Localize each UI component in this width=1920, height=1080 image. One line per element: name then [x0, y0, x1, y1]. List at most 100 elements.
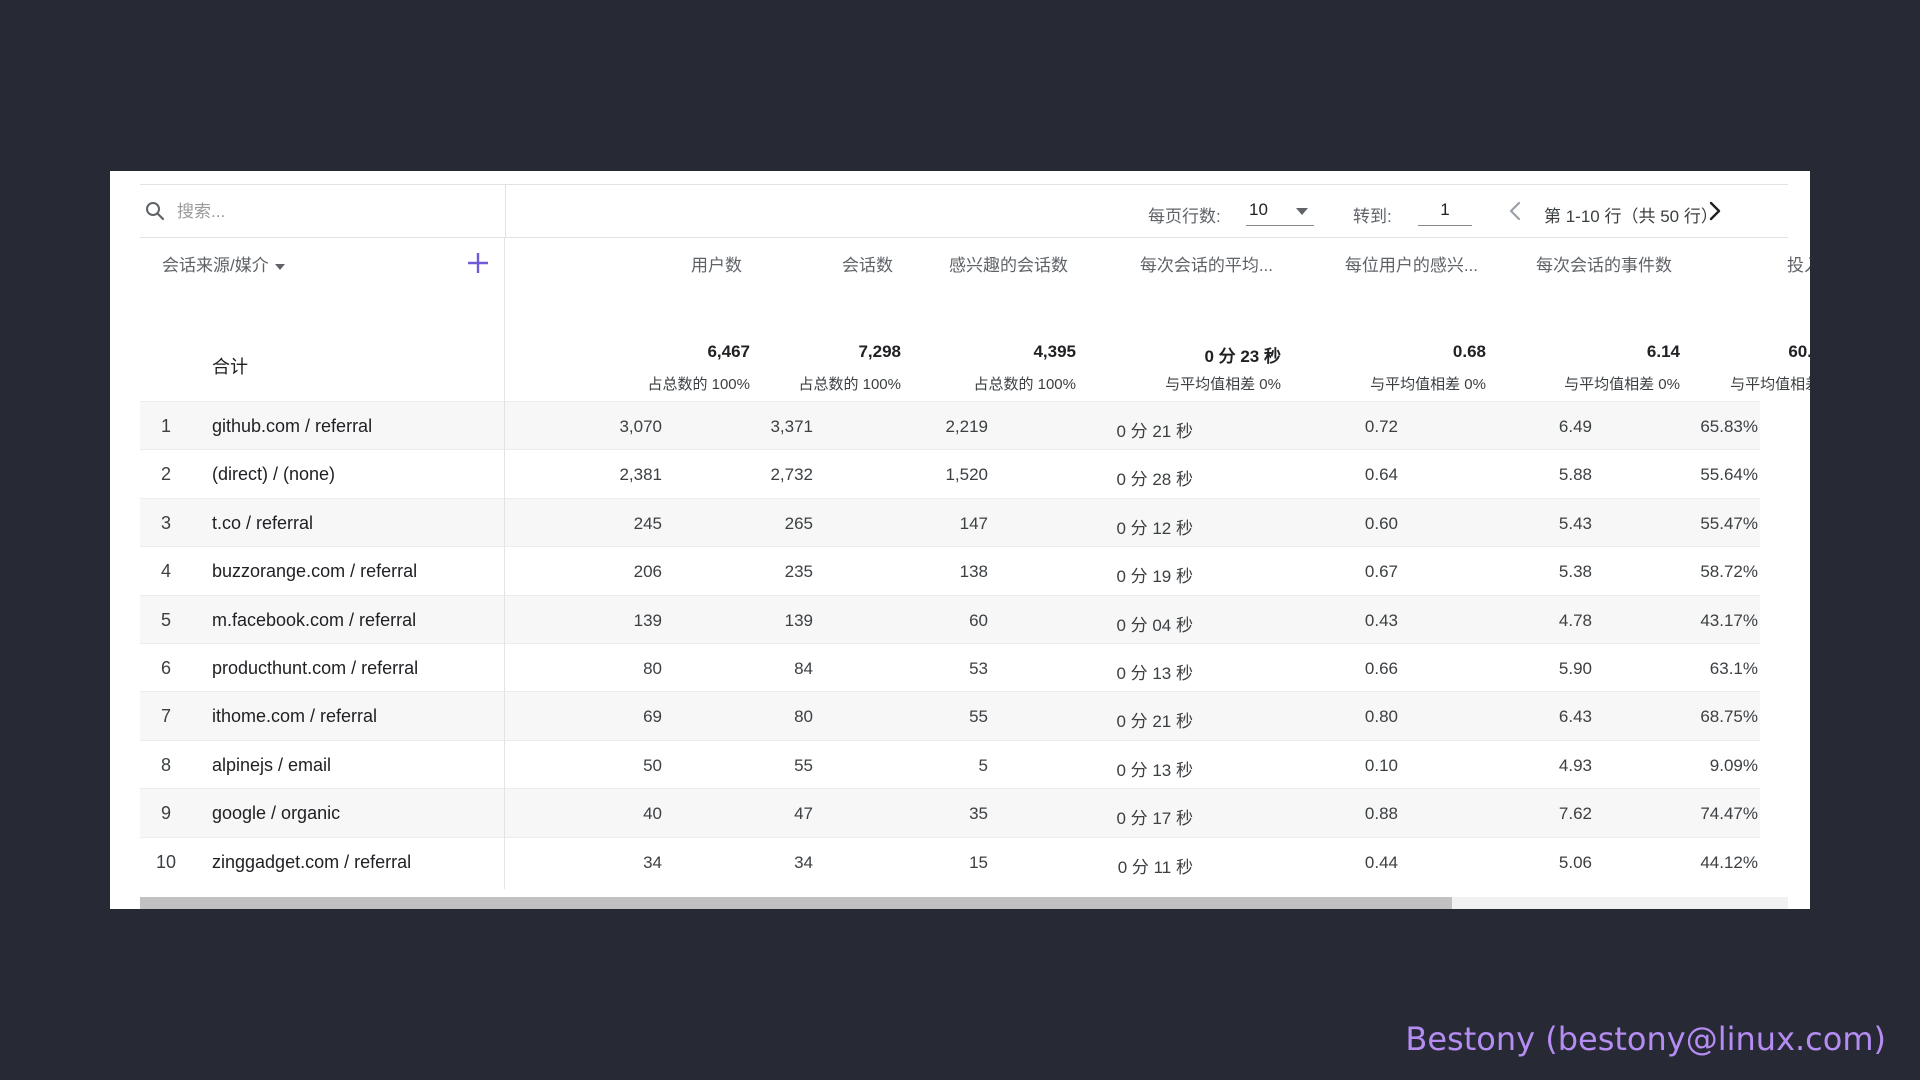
cell-engaged-sessions: 1,520	[945, 465, 988, 485]
cell-engagement-rate: 74.47%	[1700, 804, 1758, 824]
cell-engaged-per-user: 0.72	[1364, 417, 1398, 436]
previous-page-button[interactable]	[1505, 199, 1527, 223]
cell-engaged-sessions: 147	[959, 513, 988, 533]
row-index: 6	[160, 658, 171, 678]
cell-sessions: 235	[784, 562, 813, 582]
cell-engaged-sessions: 5	[978, 755, 988, 775]
total-share: 占总数的 100%	[798, 376, 901, 393]
column-header-avg-session-duration[interactable]: 每次会话的平均...	[1140, 251, 1273, 276]
table-row[interactable]: 9 google / organic 40 47 35 0 分 17 秒 0.88 7.62 7…	[140, 788, 1760, 838]
cell-engaged-sessions: 138	[959, 562, 988, 582]
cell-events-per-session: 4.93	[1558, 755, 1592, 775]
row-index: 8	[160, 754, 171, 775]
cell-events-per-session: 6.43	[1558, 707, 1592, 727]
table-row[interactable]: 3 t.co / referral 245 265 147 0 分 12 秒 0.60 5.4…	[140, 497, 1760, 547]
total-share: 与平均值相差 0%	[1564, 376, 1680, 393]
cell-engaged-per-user: 0.88	[1364, 804, 1398, 824]
row-source-medium: alpinejs / email	[212, 754, 332, 775]
dimension-header[interactable]: 会话来源/媒介	[162, 251, 285, 276]
total-value: 7,298	[858, 342, 901, 361]
cell-avg-duration: 0 分 13 秒	[1116, 664, 1193, 683]
cell-users: 206	[633, 562, 662, 582]
cell-engaged-per-user: 0.44	[1364, 852, 1398, 872]
goto-page-input[interactable]: 1	[1418, 195, 1472, 226]
next-page-button[interactable]	[1704, 199, 1726, 223]
header-divider	[140, 237, 1788, 238]
search-input[interactable]	[175, 197, 499, 227]
cell-sessions: 265	[784, 513, 813, 533]
chevron-left-icon	[1509, 201, 1521, 221]
dimension-header-label: 会话来源/媒介	[162, 256, 269, 275]
cell-sessions: 3,371	[770, 417, 813, 436]
caret-down-icon	[274, 263, 285, 270]
cell-events-per-session: 5.38	[1558, 562, 1592, 582]
cell-users: 40	[643, 804, 662, 824]
row-index: 1	[160, 416, 171, 436]
table-row[interactable]: 4 buzzorange.com / referral 206 235 138 0 分 1…	[140, 546, 1760, 595]
row-source-medium: (direct) / (none)	[212, 464, 336, 485]
row-source-medium: t.co / referral	[212, 512, 314, 533]
table-row[interactable]: 6 producthunt.com / referral 80 84 53 0 分 13 …	[140, 643, 1760, 692]
cell-events-per-session: 5.90	[1558, 659, 1592, 678]
cell-avg-duration: 0 分 11 秒	[1117, 857, 1193, 877]
table-row[interactable]: 8 alpinejs / email 50 55 5 0 分 13 秒 0.10 4.93 9.…	[140, 739, 1760, 789]
cell-engagement-rate: 55.64%	[1700, 465, 1758, 485]
row-index: 5	[160, 609, 171, 630]
row-source-medium: buzzorange.com / referral	[212, 561, 418, 582]
cell-engaged-per-user: 0.66	[1364, 659, 1398, 678]
rows-per-page-select[interactable]: 10	[1246, 195, 1314, 226]
row-source-medium: ithome.com / referral	[212, 706, 378, 727]
cell-engaged-sessions: 2,219	[945, 417, 988, 436]
cell-avg-duration: 0 分 28 秒	[1116, 470, 1193, 490]
add-dimension-button[interactable]	[466, 251, 490, 275]
total-value: 6.14	[1646, 342, 1680, 361]
cell-avg-duration: 0 分 12 秒	[1116, 518, 1193, 538]
table-row[interactable]: 2 (direct) / (none) 2,381 2,732 1,520 0 分 28 …	[140, 449, 1760, 498]
plus-icon	[468, 253, 488, 273]
row-source-medium: google / organic	[212, 803, 341, 824]
cell-users: 139	[633, 610, 662, 630]
cell-engaged-per-user: 0.67	[1364, 562, 1398, 582]
table-row[interactable]: 5 m.facebook.com / referral 139 139 60 0 分 04…	[140, 594, 1760, 644]
table-row[interactable]: 7 ithome.com / referral 69 80 55 0 分 21 秒 0.80…	[140, 691, 1760, 741]
horizontal-scrollbar-thumb[interactable]	[140, 897, 1452, 909]
column-header-users[interactable]: 用户数	[691, 251, 742, 276]
cell-users: 69	[643, 707, 662, 727]
cell-engaged-sessions: 60	[969, 610, 988, 630]
row-index: 2	[160, 464, 171, 485]
cell-sessions: 84	[794, 659, 813, 678]
total-share: 占总数的 100%	[647, 376, 750, 393]
cell-users: 3,070	[619, 417, 662, 436]
goto-page-label: 转到:	[1353, 207, 1392, 226]
table-row[interactable]: 1 github.com / referral 3,070 3,371 2,219 0 分…	[140, 401, 1760, 450]
cell-engagement-rate: 55.47%	[1700, 513, 1758, 533]
row-index: 7	[160, 706, 171, 727]
cell-avg-duration: 0 分 13 秒	[1116, 760, 1193, 780]
cell-engagement-rate: 43.17%	[1700, 610, 1758, 630]
column-header-events-per-session[interactable]: 每次会话的事件数	[1536, 251, 1672, 276]
totals-row: 合计 6,467 占总数的 100% 7,298 占总数的 100% 4,395…	[140, 321, 1810, 401]
cell-engaged-sessions: 15	[969, 852, 988, 872]
cell-events-per-session: 5.43	[1558, 513, 1592, 533]
cell-users: 245	[633, 513, 662, 533]
cell-engaged-per-user: 0.10	[1364, 755, 1398, 775]
table-row[interactable]: 10 zinggadget.com / referral 34 34 15 0 分 11 …	[140, 836, 1760, 886]
page-range-info: 第 1-10 行（共 50 行）	[1544, 207, 1718, 226]
column-header-engagement-rate[interactable]: 投入率	[1787, 251, 1810, 276]
cell-users: 50	[643, 755, 662, 775]
cell-engagement-rate: 9.09%	[1709, 755, 1758, 775]
total-share: 与平均值相差 0%	[1730, 376, 1810, 393]
row-index: 4	[160, 561, 171, 582]
toolbar-divider	[505, 185, 506, 237]
column-header-engaged-sessions[interactable]: 感兴趣的会话数	[949, 251, 1068, 276]
cell-engagement-rate: 44.12%	[1700, 852, 1758, 872]
total-share: 占总数的 100%	[973, 376, 1076, 393]
column-header-sessions[interactable]: 会话数	[842, 251, 893, 276]
row-source-medium: m.facebook.com / referral	[212, 609, 417, 630]
row-index: 10	[155, 851, 177, 872]
rows-per-page-label: 每页行数:	[1148, 207, 1221, 226]
cell-engaged-per-user: 0.80	[1364, 707, 1398, 727]
column-header-engaged-per-user[interactable]: 每位用户的感兴...	[1345, 251, 1478, 276]
cell-users: 34	[643, 852, 662, 872]
cell-engagement-rate: 68.75%	[1700, 707, 1758, 727]
